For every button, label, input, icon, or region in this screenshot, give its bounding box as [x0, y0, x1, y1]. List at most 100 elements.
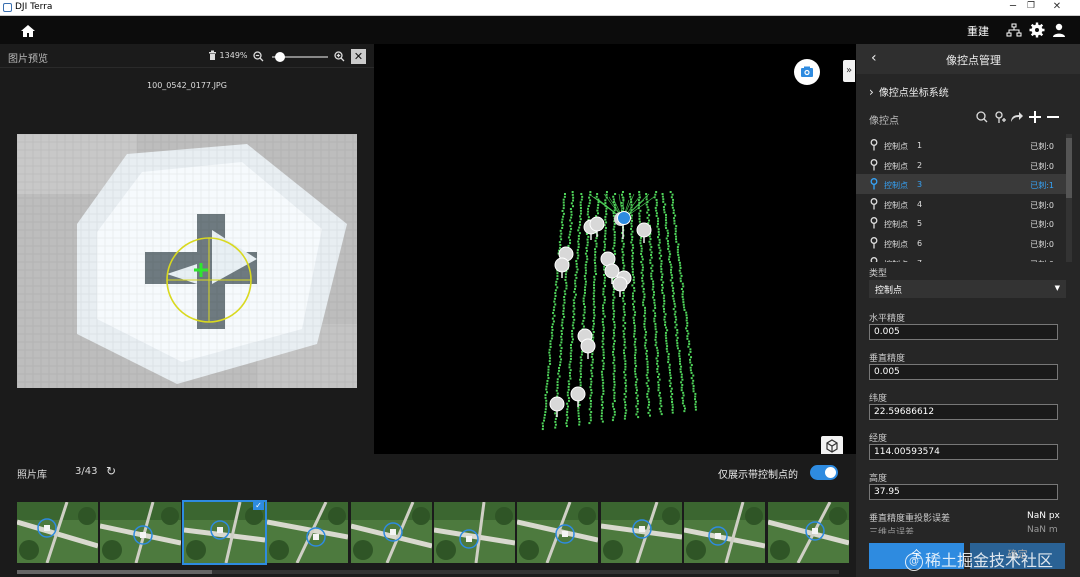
cloud-point: [583, 275, 586, 278]
cloud-point: [571, 324, 574, 327]
gcp-list-scrollbar[interactable]: [1066, 134, 1072, 262]
cloud-point: [645, 349, 648, 352]
refresh-icon[interactable]: ↻: [106, 464, 116, 478]
back-chevron-icon[interactable]: ‹: [871, 50, 877, 66]
altitude-input[interactable]: 37.95: [869, 484, 1058, 500]
cloud-point: [679, 277, 682, 280]
cloud-point: [655, 198, 658, 201]
gcp-pin-icon[interactable]: [580, 338, 596, 359]
gcp-pin-icon[interactable]: [612, 276, 628, 297]
maximize-icon[interactable]: ❐: [1020, 1, 1042, 11]
cloud-point: [670, 196, 673, 199]
zoom-out-icon[interactable]: [253, 51, 264, 62]
v-accuracy-input[interactable]: 0.005: [869, 364, 1058, 380]
latitude-input[interactable]: 22.59686612: [869, 404, 1058, 420]
cloud-point: [562, 307, 565, 310]
photo-thumbnail[interactable]: [267, 502, 349, 563]
gcp-name: 控制点: [884, 220, 908, 230]
coord-system-toggle[interactable]: › 像控点坐标系统: [869, 84, 949, 99]
photo-thumbnail[interactable]: [517, 502, 599, 563]
cloud-point: [666, 240, 669, 243]
cloud-point: [555, 280, 558, 283]
selected-gcp-pin-icon[interactable]: [614, 211, 631, 240]
gcp-row[interactable]: 控制点 6 已刺:0: [856, 233, 1066, 253]
gallery-scrollbar[interactable]: [17, 570, 839, 574]
cloud-point: [658, 238, 661, 241]
cloud-point: [664, 219, 667, 222]
gcp-pin-icon[interactable]: [554, 257, 570, 278]
gcp-pin-icon[interactable]: [570, 386, 586, 407]
rebuild-button[interactable]: 重建: [967, 23, 989, 39]
gcp-row[interactable]: 控制点 7 已刺:0: [856, 253, 1066, 262]
cloud-point: [634, 311, 637, 314]
import-gcp-icon[interactable]: [976, 111, 988, 123]
cloud-point: [568, 363, 571, 366]
photo-thumbnail[interactable]: ✓: [181, 500, 267, 565]
home-icon[interactable]: [15, 22, 41, 40]
cloud-point: [592, 325, 595, 328]
cloud-point: [659, 265, 662, 268]
photo-thumbnail[interactable]: [767, 502, 849, 563]
cloud-point: [663, 299, 666, 302]
cloud-point: [654, 336, 657, 339]
export-icon[interactable]: [1011, 112, 1023, 122]
gcp-row[interactable]: 控制点 3 已刺:1: [856, 174, 1066, 195]
cloud-point: [621, 251, 624, 254]
close-window-icon[interactable]: ✕: [1046, 1, 1068, 12]
add-icon[interactable]: [1029, 111, 1041, 123]
cloud-point: [544, 394, 547, 397]
cloud-point: [642, 301, 645, 304]
network-icon[interactable]: [1006, 22, 1022, 38]
gcp-only-toggle[interactable]: [810, 465, 838, 480]
cloud-point: [581, 322, 584, 325]
zoom-slider-handle[interactable]: [275, 52, 285, 62]
gear-icon[interactable]: [1029, 22, 1045, 38]
cloud-point: [579, 378, 582, 381]
cloud-point: [562, 198, 565, 201]
close-preview-button[interactable]: ✕: [351, 49, 366, 64]
gcp-row[interactable]: 控制点 2 已刺:0: [856, 155, 1066, 175]
gcp-pin-icon[interactable]: [636, 222, 652, 243]
cloud-point: [652, 285, 655, 288]
photo-thumbnail[interactable]: [600, 502, 682, 563]
cloud-point: [579, 209, 582, 212]
user-icon[interactable]: [1051, 22, 1067, 38]
3d-view-cube-button[interactable]: [821, 436, 843, 456]
photo-thumbnail[interactable]: [684, 502, 766, 563]
trash-icon[interactable]: [208, 50, 217, 60]
cloud-point: [692, 387, 695, 390]
cloud-point: [559, 243, 562, 246]
gcp-row[interactable]: 控制点 5 已刺:0: [856, 213, 1066, 233]
cloud-point: [562, 207, 565, 210]
zoom-in-icon[interactable]: [334, 51, 345, 62]
gcp-row[interactable]: 控制点 4 已刺:0: [856, 194, 1066, 214]
cloud-point: [592, 286, 595, 289]
cloud-point: [654, 338, 657, 341]
cloud-point: [667, 232, 670, 235]
cloud-point: [614, 252, 617, 255]
photo-thumbnail[interactable]: [434, 502, 515, 563]
cloud-point: [560, 232, 563, 235]
photo-thumbnail[interactable]: [17, 502, 98, 563]
h-accuracy-input[interactable]: 0.005: [869, 324, 1058, 340]
camera-button[interactable]: [794, 59, 820, 85]
photo-thumbnail[interactable]: [100, 502, 182, 563]
cloud-point: [666, 350, 669, 353]
photo-thumbnail[interactable]: [350, 502, 432, 563]
preview-image[interactable]: [17, 134, 357, 388]
gcp-pin-icon[interactable]: [549, 396, 565, 417]
cloud-point: [559, 344, 562, 347]
cloud-point: [685, 327, 688, 330]
longitude-input[interactable]: 114.00593574: [869, 444, 1058, 460]
collapse-panel-button[interactable]: »: [843, 60, 855, 82]
3d-point-cloud-view[interactable]: [374, 44, 856, 454]
cloud-point: [584, 266, 587, 269]
cloud-point: [647, 406, 650, 409]
type-select[interactable]: 控制点 ▼: [869, 280, 1066, 298]
cloud-point: [594, 270, 597, 273]
locate-gcp-icon[interactable]: [995, 111, 1006, 123]
cloud-point: [571, 332, 574, 335]
gcp-name: 控制点: [884, 259, 908, 262]
gcp-row[interactable]: 控制点 1 已刺:0: [856, 135, 1066, 155]
cloud-point: [663, 302, 666, 305]
